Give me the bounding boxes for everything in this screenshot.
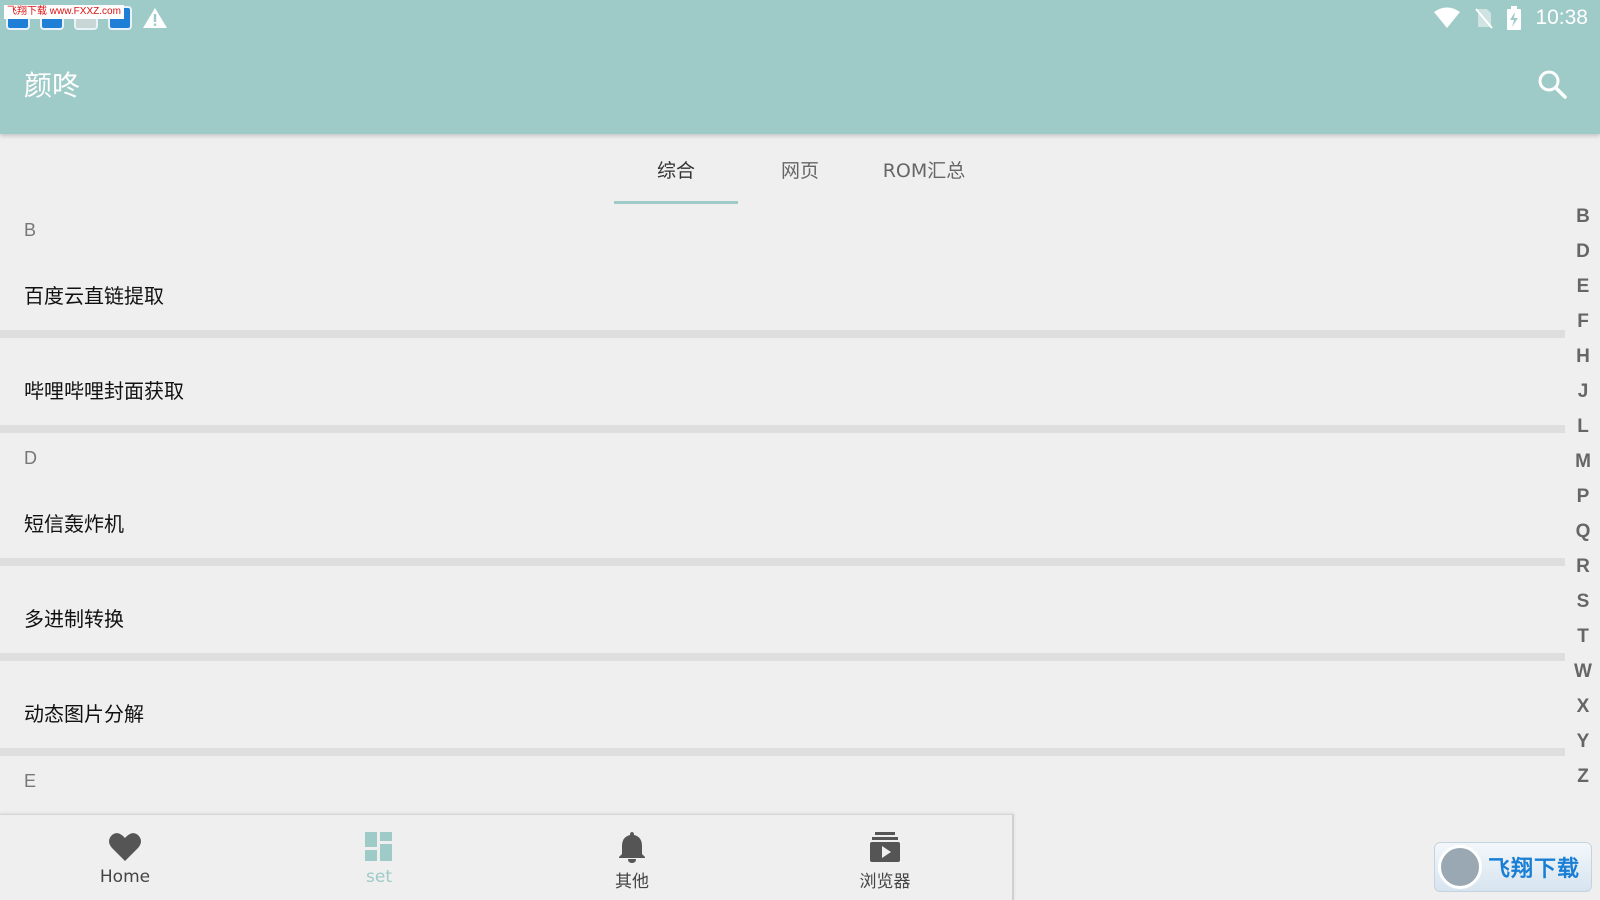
nav-other[interactable]: 其他 [552,815,712,900]
list-item-gif-splitter[interactable]: 动态图片分解 [24,698,144,727]
no-sim-icon [1475,8,1494,29]
list-item-baidu-link[interactable]: 百度云直链提取 [24,280,164,309]
nav-set[interactable]: set [299,815,459,900]
bell-icon [619,832,645,863]
index-letter-e[interactable]: E [1572,276,1594,298]
index-letter-m[interactable]: M [1572,451,1594,473]
nav-other-label: 其他 [615,872,649,892]
nav-browser[interactable]: 浏览器 [805,815,965,900]
watermark-badge: 飞翔下载 www.FXXZ.com [4,5,124,19]
list-item-sms-bomber[interactable]: 短信轰炸机 [24,508,124,537]
search-icon[interactable] [1536,68,1568,100]
nav-set-label: set [366,867,392,887]
divider [0,330,1565,338]
wifi-icon [1434,7,1461,28]
index-letter-d[interactable]: D [1572,241,1594,263]
nav-browser-label: 浏览器 [859,872,911,892]
bottom-navigation: Home set 其他 浏览器 [0,814,1014,900]
corner-logo-text: 飞翔下载 [1488,857,1581,882]
battery-charging-icon [1507,6,1522,30]
section-header-d: D [24,448,37,468]
index-letter-y[interactable]: Y [1572,731,1594,753]
tab-indicator [614,201,738,204]
divider [0,748,1565,756]
index-letter-x[interactable]: X [1572,696,1594,718]
status-bar: 飞翔下载 www.FXXZ.com 10:38 [0,0,1600,38]
app-bar: 飞翔下载 www.FXXZ.com 10:38 颜咚 [0,0,1600,134]
list-item-base-converter[interactable]: 多进制转换 [24,603,124,632]
tab-bar: 综合 网页 ROM汇总 [0,134,1600,204]
index-letter-f[interactable]: F [1572,311,1594,333]
heart-icon [109,833,141,861]
index-letter-q[interactable]: Q [1572,521,1594,543]
dashboard-icon [365,832,392,861]
index-letter-z[interactable]: Z [1572,766,1594,788]
divider [0,425,1565,433]
list-item-bilibili-cover[interactable]: 哔哩哔哩封面获取 [24,375,184,404]
section-header-e: E [24,771,37,791]
divider [0,558,1565,566]
logo-mark [1438,845,1482,889]
corner-watermark-logo: 飞翔下载 [1434,842,1592,892]
browser-icon [870,832,900,862]
status-right: 10:38 [1433,6,1588,30]
index-letter-j[interactable]: J [1572,381,1594,403]
tab-rom-summary[interactable]: ROM汇总 [862,134,986,204]
tab-general[interactable]: 综合 [614,134,738,204]
index-letter-r[interactable]: R [1572,556,1594,578]
index-letter-p[interactable]: P [1572,486,1594,508]
index-letter-b[interactable]: B [1572,206,1594,228]
index-letter-l[interactable]: L [1572,416,1594,438]
warning-icon [143,8,167,28]
section-header-b: B [24,220,37,240]
tab-web[interactable]: 网页 [740,134,860,204]
index-letter-t[interactable]: T [1572,626,1594,648]
index-letter-s[interactable]: S [1572,591,1594,613]
index-letter-h[interactable]: H [1572,346,1594,368]
status-time: 10:38 [1535,6,1588,29]
toolbar-title: 颜咚 [24,69,81,102]
index-letter-w[interactable]: W [1572,661,1594,683]
divider [0,653,1565,661]
nav-home-label: Home [99,867,151,887]
nav-home[interactable]: Home [45,815,205,900]
